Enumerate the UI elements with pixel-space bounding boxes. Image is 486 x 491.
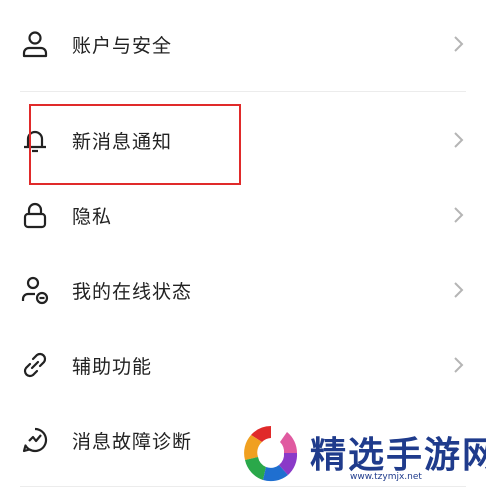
chevron-right-icon bbox=[451, 280, 465, 300]
settings-item-account-security[interactable]: 账户与安全 bbox=[0, 14, 486, 74]
settings-item-label: 隐私 bbox=[72, 206, 113, 228]
settings-item-label: 我的在线状态 bbox=[72, 281, 193, 303]
chevron-right-icon bbox=[451, 34, 465, 54]
link-icon bbox=[20, 350, 50, 380]
chevron-right-icon bbox=[451, 130, 465, 150]
person-status-icon bbox=[20, 275, 50, 305]
person-icon bbox=[20, 29, 50, 59]
chevron-right-icon bbox=[451, 355, 465, 375]
settings-item-privacy[interactable]: 隐私 bbox=[0, 185, 486, 245]
settings-item-label: 账户与安全 bbox=[72, 35, 173, 57]
watermark-url: www.tzymjx.net bbox=[350, 472, 422, 482]
lock-icon bbox=[20, 200, 50, 230]
diagnostic-icon bbox=[20, 425, 50, 455]
chevron-right-icon bbox=[451, 205, 465, 225]
settings-item-online-status[interactable]: 我的在线状态 bbox=[0, 260, 486, 320]
settings-item-label: 消息故障诊断 bbox=[72, 431, 193, 453]
brand-logo-icon bbox=[238, 420, 304, 486]
section-divider bbox=[20, 91, 466, 92]
settings-item-label: 辅助功能 bbox=[72, 356, 153, 378]
settings-item-accessibility[interactable]: 辅助功能 bbox=[0, 335, 486, 395]
watermark: 精选手游网 www.tzymjx.net bbox=[238, 418, 486, 488]
highlight-box bbox=[29, 104, 241, 185]
watermark-brand: 精选手游网 bbox=[310, 435, 486, 476]
